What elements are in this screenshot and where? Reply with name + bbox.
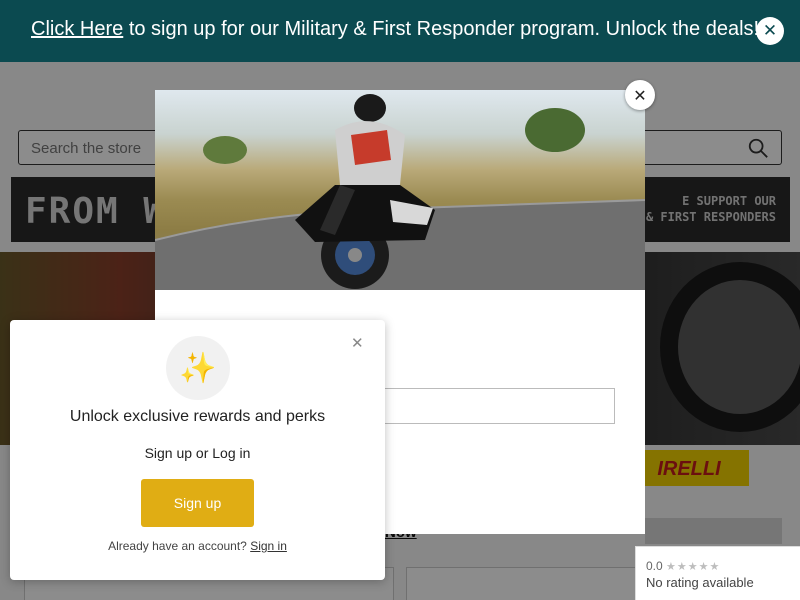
rewards-subtitle: Sign up or Log in	[144, 445, 251, 461]
rewards-footer-text: Already have an account?	[108, 539, 247, 553]
star-rating-icon: ★★★★★	[666, 560, 721, 573]
rating-score: 0.0	[646, 559, 663, 573]
announcement-link[interactable]: Click Here	[31, 18, 123, 40]
email-field[interactable]	[370, 388, 615, 424]
rating-label: No rating available	[646, 575, 754, 590]
sparkles-icon: ✨	[166, 336, 230, 400]
rating-row: 0.0 ★★★★★	[646, 559, 720, 573]
sign-in-link[interactable]: Sign in	[250, 539, 287, 553]
rewards-title: Unlock exclusive rewards and perks	[69, 408, 326, 425]
google-rating-badge[interactable]: 0.0 ★★★★★ No rating available	[635, 546, 800, 600]
announcement-text: Click Here to sign up for our Military &…	[31, 18, 759, 41]
rewards-popup: ✕ ✨ Unlock exclusive rewards and perks S…	[10, 320, 385, 580]
sign-up-button[interactable]: Sign up	[141, 479, 254, 527]
announcement-message: to sign up for our Military & First Resp…	[128, 18, 760, 40]
rewards-footer: Already have an account? Sign in	[10, 539, 385, 553]
motorcycle-rider-photo	[155, 90, 645, 290]
motorcycle-illustration	[155, 94, 645, 290]
announcement-bar: Click Here to sign up for our Military &…	[0, 0, 800, 62]
close-icon[interactable]: ✕	[625, 80, 655, 110]
close-icon[interactable]: ✕	[756, 17, 784, 45]
close-icon[interactable]: ✕	[351, 336, 365, 351]
